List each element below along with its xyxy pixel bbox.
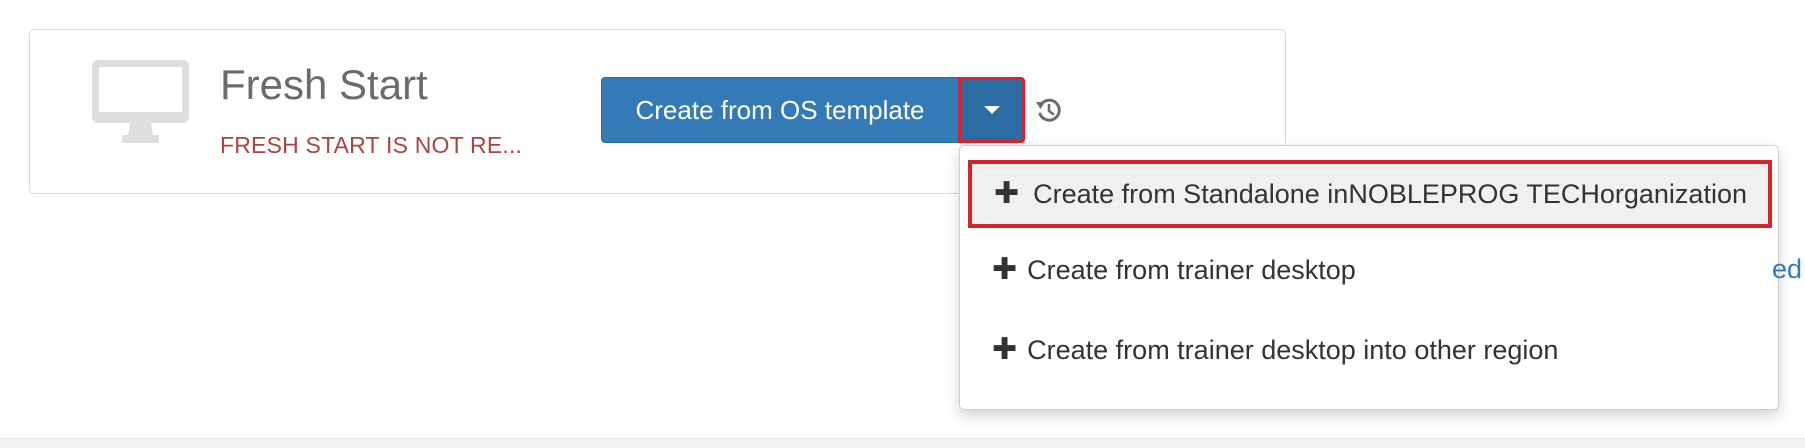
- plus-icon: ✚: [992, 333, 1018, 366]
- menu-item-create-other-region[interactable]: ✚ Create from trainer desktop into other…: [960, 320, 1558, 380]
- menu-item-label: Create from Standalone inNOBLEPROG TECHo…: [1033, 178, 1747, 209]
- monitor-icon: [92, 60, 189, 143]
- plus-icon: ✚: [994, 177, 1020, 210]
- card-title: Fresh Start: [220, 61, 428, 108]
- plus-icon: ✚: [992, 253, 1018, 286]
- create-options-dropdown: ✚ Create from Standalone inNOBLEPROG TEC…: [959, 145, 1779, 410]
- menu-item-label: Create from trainer desktop into other r…: [1027, 334, 1559, 365]
- create-from-os-template-button[interactable]: Create from OS template: [601, 77, 958, 143]
- dropdown-toggle-button[interactable]: [958, 77, 1025, 143]
- card-status-text: FRESH START IS NOT RE...: [220, 132, 523, 158]
- history-icon[interactable]: [1035, 96, 1063, 124]
- menu-item-create-standalone[interactable]: ✚ Create from Standalone inNOBLEPROG TEC…: [968, 160, 1772, 228]
- create-button-label: Create from OS template: [635, 94, 925, 125]
- partial-link-text[interactable]: ed: [1772, 256, 1802, 283]
- caret-down-icon: [983, 106, 1000, 114]
- menu-item-create-from-trainer-desktop[interactable]: ✚ Create from trainer desktop: [960, 240, 1356, 300]
- menu-item-label: Create from trainer desktop: [1027, 254, 1356, 285]
